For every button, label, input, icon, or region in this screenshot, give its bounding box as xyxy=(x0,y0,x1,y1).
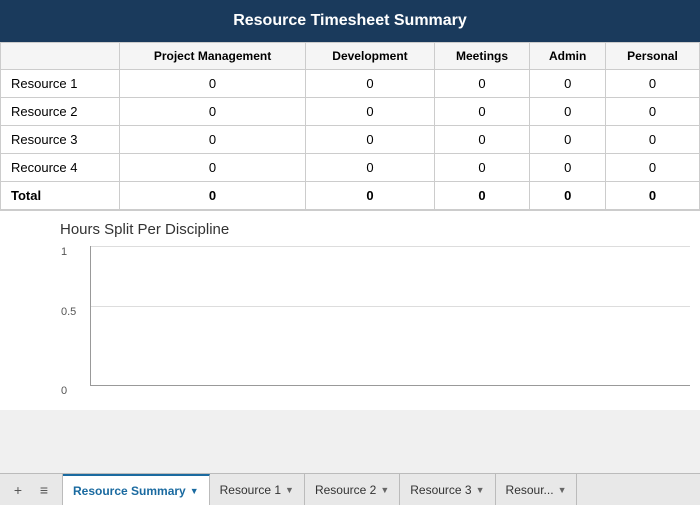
gridline-1 xyxy=(91,246,690,247)
row-name: Resource 1 xyxy=(1,70,120,98)
row-name: Resource 2 xyxy=(1,98,120,126)
row-cell: 0 xyxy=(119,126,306,154)
sheet-tab-1[interactable]: Resource 1 ▼ xyxy=(210,474,305,505)
row-cell: 0 xyxy=(530,98,605,126)
row-cell: 0 xyxy=(119,182,306,210)
y-axis-label-1: 1 xyxy=(61,246,67,258)
row-cell: 0 xyxy=(119,70,306,98)
row-cell: 0 xyxy=(306,154,434,182)
row-cell: 0 xyxy=(306,126,434,154)
tab-dropdown-arrow[interactable]: ▼ xyxy=(190,486,199,496)
sheet-tab-2[interactable]: Resource 2 ▼ xyxy=(305,474,400,505)
row-name: Resource 3 xyxy=(1,126,120,154)
row-cell: 0 xyxy=(605,126,699,154)
tab-label: Resource 1 xyxy=(220,483,281,497)
table-header-row: Project Management Development Meetings … xyxy=(1,43,700,70)
tab-label: Resource Summary xyxy=(73,484,186,498)
row-cell: 0 xyxy=(434,154,530,182)
row-cell: 0 xyxy=(306,98,434,126)
page-title: Resource Timesheet Summary xyxy=(233,12,467,29)
tab-dropdown-arrow[interactable]: ▼ xyxy=(476,485,485,495)
y-axis-label-0: 0 xyxy=(61,385,67,397)
row-cell: 0 xyxy=(306,182,434,210)
row-cell: 0 xyxy=(434,182,530,210)
data-table-container: Project Management Development Meetings … xyxy=(0,42,700,210)
chart-area: 1 0.5 0 xyxy=(90,246,690,386)
row-cell: 0 xyxy=(530,126,605,154)
sheet-tab-4[interactable]: Resour... ▼ xyxy=(496,474,578,505)
col-header-meetings: Meetings xyxy=(434,43,530,70)
gridline-05 xyxy=(91,306,690,307)
chart-title: Hours Split Per Discipline xyxy=(60,221,690,238)
resource-table: Project Management Development Meetings … xyxy=(0,42,700,210)
table-row: Resource 200000 xyxy=(1,98,700,126)
tab-label: Resource 3 xyxy=(410,483,471,497)
row-cell: 0 xyxy=(605,98,699,126)
col-header-development: Development xyxy=(306,43,434,70)
page-header: Resource Timesheet Summary xyxy=(0,0,700,42)
col-header-name xyxy=(1,43,120,70)
tab-label: Resource 2 xyxy=(315,483,376,497)
chart-container: Hours Split Per Discipline 1 0.5 0 xyxy=(0,210,700,410)
col-header-project-mgmt: Project Management xyxy=(119,43,306,70)
bottom-bar: + ≡ Resource Summary▼Resource 1▼Resource… xyxy=(0,473,700,505)
tabs-container: Resource Summary▼Resource 1▼Resource 2▼R… xyxy=(63,474,577,505)
row-cell: 0 xyxy=(119,98,306,126)
col-header-admin: Admin xyxy=(530,43,605,70)
sheet-tab-3[interactable]: Resource 3 ▼ xyxy=(400,474,495,505)
row-name: Total xyxy=(1,182,120,210)
bottom-icons: + ≡ xyxy=(0,474,63,505)
row-cell: 0 xyxy=(434,98,530,126)
row-cell: 0 xyxy=(434,70,530,98)
row-cell: 0 xyxy=(530,70,605,98)
add-sheet-button[interactable]: + xyxy=(8,480,28,500)
sheet-tab-0[interactable]: Resource Summary ▼ xyxy=(63,474,210,505)
table-row: Resource 100000 xyxy=(1,70,700,98)
row-name: Recource 4 xyxy=(1,154,120,182)
table-row: Resource 300000 xyxy=(1,126,700,154)
col-header-personal: Personal xyxy=(605,43,699,70)
row-cell: 0 xyxy=(605,182,699,210)
tab-label: Resour... xyxy=(506,483,554,497)
row-cell: 0 xyxy=(530,154,605,182)
row-cell: 0 xyxy=(605,154,699,182)
y-axis-label-05: 0.5 xyxy=(61,306,76,318)
row-cell: 0 xyxy=(306,70,434,98)
tab-dropdown-arrow[interactable]: ▼ xyxy=(380,485,389,495)
row-cell: 0 xyxy=(119,154,306,182)
row-cell: 0 xyxy=(605,70,699,98)
row-cell: 0 xyxy=(434,126,530,154)
row-cell: 0 xyxy=(530,182,605,210)
tab-dropdown-arrow[interactable]: ▼ xyxy=(558,485,567,495)
table-row: Recource 400000 xyxy=(1,154,700,182)
table-row: Total00000 xyxy=(1,182,700,210)
sheet-list-button[interactable]: ≡ xyxy=(34,480,54,500)
tab-dropdown-arrow[interactable]: ▼ xyxy=(285,485,294,495)
